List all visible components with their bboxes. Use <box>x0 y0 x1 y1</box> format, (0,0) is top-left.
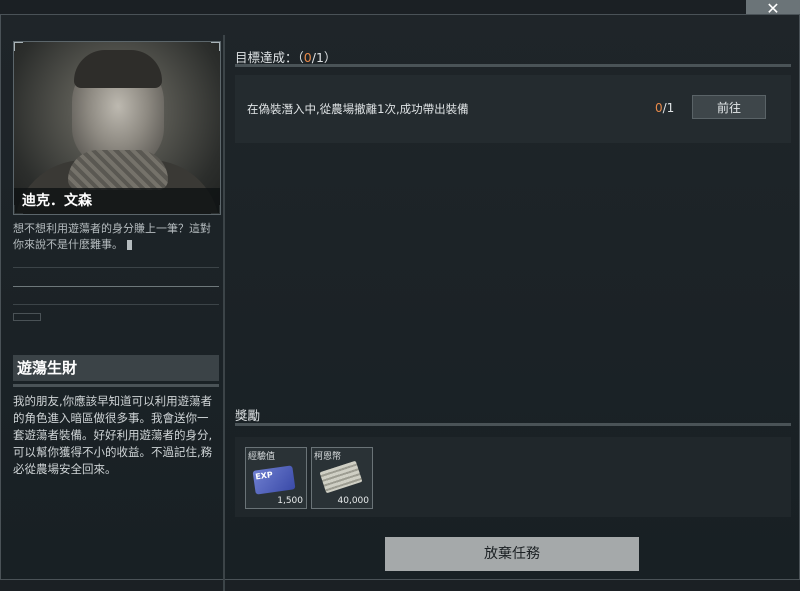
frame-corner <box>14 42 23 51</box>
objectives-divider <box>235 64 791 67</box>
reward-item-currency[interactable]: 柯恩幣 40,000 <box>311 447 373 509</box>
reward-quantity: 1,500 <box>277 496 303 506</box>
rewards-divider <box>235 423 791 426</box>
objectives-label: 目標達成： <box>235 50 298 65</box>
npc-portrait: 迪克．文森 <box>13 41 221 215</box>
npc-name: 迪克．文森 <box>14 188 220 214</box>
rewards-label: 獎勵 <box>235 408 261 423</box>
reward-item-exp[interactable]: 經驗值 EXP 1,500 <box>245 447 307 509</box>
graph-indicator <box>13 313 41 321</box>
objective-row: 在偽裝潛入中,從農場撤離1次,成功帶出裝備 0/1 前往 <box>235 75 791 143</box>
portrait-hair <box>74 50 162 88</box>
exp-badge: EXP <box>254 470 274 482</box>
objective-text: 在偽裝潛入中,從農場撤離1次,成功帶出裝備 <box>247 102 469 116</box>
npc-quote: 想不想利用遊蕩者的身分賺上一筆？這對你來說不是什麼難事。 <box>13 221 219 253</box>
task-description: 我的朋友,你應該早知道可以利用遊蕩者的角色進入暗區做很多事。我會送你一套遊蕩者裝… <box>13 394 213 476</box>
reward-quantity: 40,000 <box>337 496 370 506</box>
npc-panel: 迪克．文森 想不想利用遊蕩者的身分賺上一筆？這對你來說不是什麼難事。 遊蕩生財 … <box>5 35 225 591</box>
objectives-total-count: /1 <box>311 50 324 65</box>
text-cursor-icon <box>127 240 132 250</box>
portrait-scarf <box>68 150 168 190</box>
objective-done: 0 <box>655 101 663 115</box>
quest-details-panel: 目標達成：（0/1） 在偽裝潛入中,從農場撤離1次,成功帶出裝備 0/1 前往 … <box>227 35 797 591</box>
exp-card-icon: EXP <box>252 465 296 495</box>
quest-window: 迪克．文森 想不想利用遊蕩者的身分賺上一筆？這對你來說不是什麼難事。 遊蕩生財 … <box>0 14 800 591</box>
task-title: 遊蕩生財 <box>13 355 219 381</box>
graph-line <box>13 286 219 287</box>
reward-name: 柯恩幣 <box>314 452 342 462</box>
task-title-underline <box>13 384 219 387</box>
signal-graph <box>13 267 219 305</box>
npc-quote-text: 想不想利用遊蕩者的身分賺上一筆？這對你來說不是什麼難事。 <box>13 222 211 251</box>
objectives-close-paren: ） <box>323 50 337 65</box>
objectives-done-count: 0 <box>303 50 312 65</box>
rewards-area: 經驗值 EXP 1,500 柯恩幣 40,000 <box>235 437 791 517</box>
reward-name: 經驗值 <box>248 452 276 462</box>
objective-progress: 0/1 <box>655 101 674 115</box>
frame-corner <box>211 42 220 51</box>
abandon-task-button[interactable]: 放棄任務 <box>385 537 639 571</box>
cash-stack-icon <box>319 460 363 494</box>
objective-total: /1 <box>662 101 675 115</box>
goto-button[interactable]: 前往 <box>692 95 766 119</box>
